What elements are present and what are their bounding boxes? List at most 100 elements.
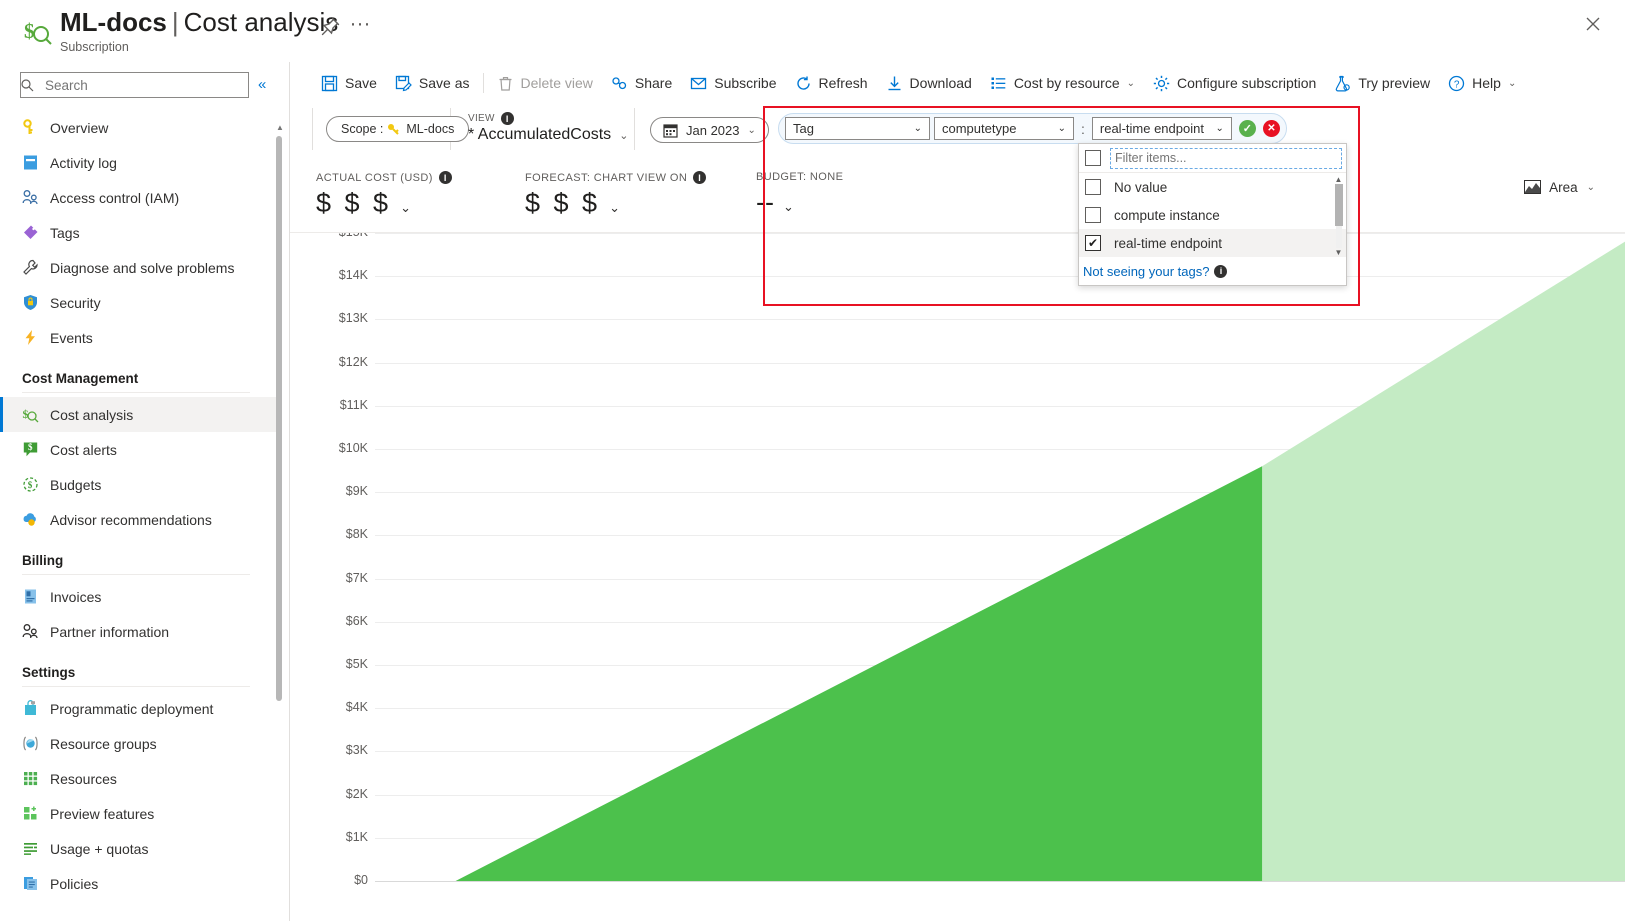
- sidebar-item-label: Usage + quotas: [50, 840, 149, 857]
- apply-filter-button[interactable]: ✓: [1238, 120, 1256, 137]
- sidebar-item-programmatic-deployment[interactable]: Programmatic deployment: [0, 691, 280, 726]
- command-help-button[interactable]: ? Help ⌄: [1439, 62, 1525, 104]
- dropdown-item-label: compute instance: [1114, 207, 1220, 223]
- sidebar-item-label: Preview features: [50, 805, 155, 822]
- sidebar-item-diagnose-and-solve-problems[interactable]: Diagnose and solve problems: [0, 250, 280, 285]
- sidebar-item-activity-log[interactable]: Activity log: [0, 145, 280, 180]
- chart-area-series: [375, 241, 1625, 881]
- info-icon[interactable]: i: [1214, 264, 1228, 278]
- select-all-checkbox[interactable]: [1085, 150, 1101, 166]
- mail-icon: [690, 75, 707, 92]
- sidebar-item-events[interactable]: Events: [0, 320, 280, 355]
- dropdown-item[interactable]: No value: [1079, 173, 1346, 201]
- remove-filter-button[interactable]: ✕: [1262, 120, 1280, 137]
- sidebar-item-policies[interactable]: Policies: [0, 866, 280, 901]
- chevron-down-icon[interactable]: ⌄: [783, 199, 794, 215]
- close-icon[interactable]: [1579, 10, 1607, 38]
- sidebar-scrollbar[interactable]: ▲ ▼: [276, 124, 284, 921]
- tag-value-dropdown[interactable]: real-time endpoint ⌄: [1091, 117, 1232, 140]
- pin-icon[interactable]: [318, 15, 342, 39]
- sidebar-item-resource-groups[interactable]: Resource groups: [0, 726, 280, 761]
- y-axis-tick: $8K: [345, 527, 368, 542]
- svg-text:$: $: [24, 19, 35, 43]
- tag-key-dropdown[interactable]: computetype ⌄: [934, 117, 1074, 140]
- sidebar-item-overview[interactable]: Overview: [0, 110, 280, 145]
- info-icon[interactable]: i: [693, 171, 707, 184]
- svg-text:$: $: [28, 442, 33, 452]
- date-range-selector[interactable]: Jan 2023 ⌄: [650, 117, 769, 143]
- dropdown-item[interactable]: ✔ real-time endpoint: [1079, 229, 1346, 257]
- more-options-button[interactable]: ···: [348, 13, 372, 38]
- chevron-down-icon[interactable]: ⌄: [609, 200, 620, 216]
- tag-field-dropdown[interactable]: Tag ⌄: [785, 117, 930, 140]
- sidebar-item-invoices[interactable]: Invoices: [0, 579, 280, 614]
- kpi-budget[interactable]: BUDGET: NONE -- ⌄: [756, 171, 843, 218]
- info-icon[interactable]: i: [438, 171, 452, 184]
- y-axis-tick: $6K: [345, 613, 368, 628]
- scroll-up-icon[interactable]: ▲: [276, 124, 284, 134]
- chart-type-selector[interactable]: Area ⌄: [1524, 180, 1595, 195]
- collapse-sidebar-button[interactable]: «: [258, 76, 266, 93]
- kpi-label: ACTUAL COST (USD): [316, 171, 433, 184]
- y-axis-tick: $1K: [345, 829, 368, 844]
- chevron-down-icon[interactable]: ⌄: [400, 200, 411, 216]
- page-subtitle: Subscription: [60, 40, 129, 54]
- search-box[interactable]: [20, 72, 249, 98]
- sidebar-item-label: Tags: [50, 224, 80, 241]
- filter-items-input[interactable]: [1110, 147, 1342, 169]
- dropdown-scrollbar[interactable]: ▲ ▼: [1333, 175, 1344, 257]
- sidebar-item-preview-features[interactable]: Preview features: [0, 796, 280, 831]
- command-subscribe-button[interactable]: Subscribe: [681, 62, 785, 104]
- sidebar-item-security[interactable]: Security: [0, 285, 280, 320]
- command-label: Delete view: [520, 75, 593, 91]
- kpi-label: BUDGET: NONE: [756, 171, 844, 183]
- search-input[interactable]: [43, 76, 233, 94]
- command-share-button[interactable]: Share: [602, 62, 681, 104]
- kpi-row: ACTUAL COST (USD) i $ $ $ ⌄ FORECAST: CH…: [290, 153, 1625, 233]
- command-refresh-button[interactable]: Refresh: [786, 62, 877, 104]
- view-label: VIEW: [468, 113, 495, 124]
- not-seeing-tags-label: Not seeing your tags?: [1083, 263, 1210, 279]
- sidebar-item-cost-analysis[interactable]: $ Cost analysis: [0, 397, 280, 432]
- deployment-icon: [22, 700, 50, 717]
- dropdown-item[interactable]: compute instance: [1079, 201, 1346, 229]
- command-save-as-button[interactable]: Save as: [386, 62, 479, 104]
- cost-chart[interactable]: $0 $1K $2K $3K $4K $5K $6K $7K $8K $9K $10K $11K $12…: [290, 233, 1625, 921]
- command-label: Save: [345, 75, 377, 91]
- refresh-icon: [795, 75, 812, 92]
- scope-selector[interactable]: Scope : ML-docs: [326, 116, 470, 142]
- kpi-actual-cost[interactable]: ACTUAL COST (USD) i $ $ $ ⌄: [316, 171, 452, 219]
- scroll-up-icon[interactable]: ▲: [1333, 175, 1344, 184]
- dropdown-item-list: No value compute instance ✔ real-time en…: [1079, 173, 1346, 257]
- command-download-button[interactable]: Download: [877, 62, 981, 104]
- command-cost-by-resource-button[interactable]: Cost by resource ⌄: [981, 62, 1144, 104]
- cost-analysis-page: $ ML-docs | Cost analysis Subscription ···: [0, 0, 1625, 921]
- sidebar-item-label: Cost analysis: [50, 406, 134, 423]
- kpi-forecast[interactable]: FORECAST: CHART VIEW ON i $ $ $ ⌄: [525, 171, 707, 219]
- item-checkbox[interactable]: [1085, 179, 1101, 195]
- command-configure-subscription-button[interactable]: Configure subscription: [1144, 62, 1325, 104]
- command-save-button[interactable]: Save: [312, 62, 386, 104]
- scroll-down-icon[interactable]: ▼: [1333, 248, 1344, 257]
- scrollbar-thumb[interactable]: [1335, 184, 1343, 226]
- not-seeing-tags-link[interactable]: Not seeing your tags? i: [1079, 257, 1346, 285]
- sidebar-item-budgets[interactable]: $ Budgets: [0, 467, 280, 502]
- sidebar-item-partner-information[interactable]: Partner information: [0, 614, 280, 649]
- sidebar-item-resources[interactable]: Resources: [0, 761, 280, 796]
- sidebar-item-cost-alerts[interactable]: $ Cost alerts: [0, 432, 280, 467]
- sidebar-item-usage-quotas[interactable]: Usage + quotas: [0, 831, 280, 866]
- command-try-preview-button[interactable]: Try preview: [1325, 62, 1439, 104]
- command-label: Subscribe: [714, 75, 777, 91]
- sidebar-item-advisor-recommendations[interactable]: Advisor recommendations: [0, 502, 280, 537]
- scrollbar-thumb[interactable]: [276, 136, 282, 701]
- sidebar-item-tags[interactable]: Tags: [0, 215, 280, 250]
- view-selector[interactable]: VIEW i * AccumulatedCosts ⌄: [468, 112, 628, 144]
- item-checkbox[interactable]: ✔: [1085, 235, 1101, 251]
- sidebar-item-access-control-iam[interactable]: Access control (IAM): [0, 180, 280, 215]
- sidebar-item-label: Resources: [50, 770, 117, 787]
- item-checkbox[interactable]: [1085, 207, 1101, 223]
- view-value: * AccumulatedCosts: [468, 126, 612, 143]
- cost-alert-icon: $: [22, 441, 50, 458]
- y-axis-tick: $0: [354, 873, 368, 887]
- info-icon[interactable]: i: [500, 112, 514, 125]
